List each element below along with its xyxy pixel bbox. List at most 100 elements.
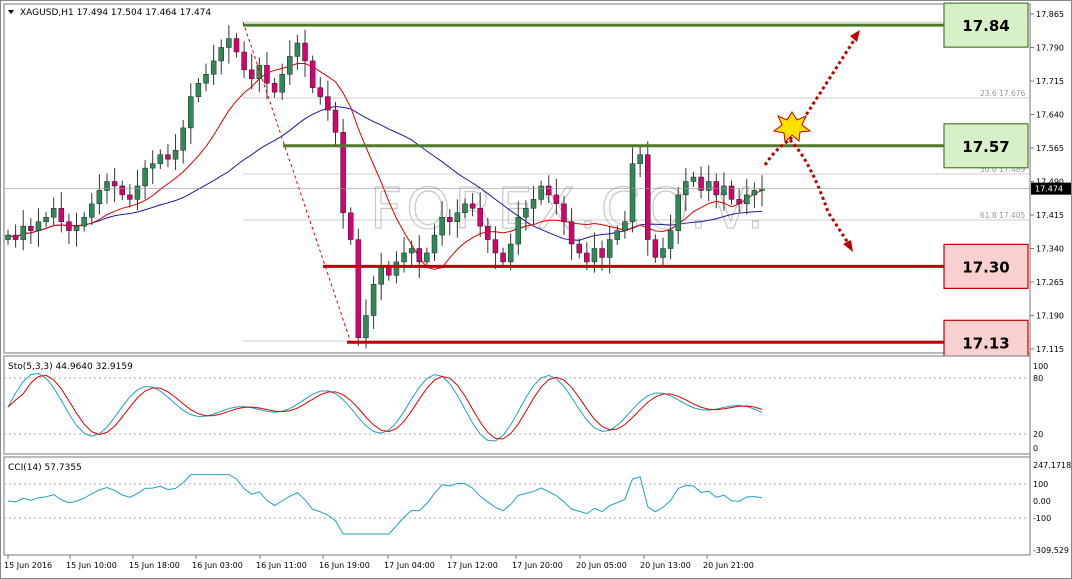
candle-body xyxy=(538,185,544,200)
price-tick-label: 17.265 xyxy=(1036,278,1064,287)
candle-body xyxy=(89,203,95,218)
cci-label: CCI(14) 57.7355 xyxy=(8,463,82,473)
candle-body xyxy=(523,208,529,218)
candle-body xyxy=(561,203,567,222)
price-tick-label: 17.115 xyxy=(1036,345,1064,354)
time-tick-label: 16 Jun 11:00 xyxy=(256,561,307,570)
candle-body xyxy=(507,243,514,263)
candle-body xyxy=(195,82,202,97)
candle-body xyxy=(134,185,141,200)
candle-body xyxy=(492,239,499,254)
candle-body xyxy=(629,163,636,222)
candle-body xyxy=(180,127,186,151)
candle-body xyxy=(553,194,560,205)
candle-body xyxy=(744,194,750,205)
candle-body xyxy=(226,38,232,48)
candle-body xyxy=(188,96,194,129)
time-tick-label: 20 Jun 21:00 xyxy=(703,561,754,570)
candle-body xyxy=(485,225,491,240)
current-price-label: 17.474 xyxy=(1035,185,1063,194)
candle-body xyxy=(721,185,727,196)
candle-body xyxy=(149,163,156,169)
candle-body xyxy=(347,212,354,240)
candle-body xyxy=(370,283,377,316)
candle-body xyxy=(317,87,324,97)
candle-body xyxy=(96,190,103,205)
time-tick-label: 16 Jun 03:00 xyxy=(192,561,243,570)
candle-body xyxy=(256,65,263,80)
candle-body xyxy=(309,60,316,88)
price-tick-label: 17.640 xyxy=(1036,111,1064,120)
time-tick-label: 16 Jun 19:00 xyxy=(319,561,370,570)
candle-body xyxy=(683,181,689,196)
cci-axis-0: 0.00 xyxy=(1033,497,1051,506)
cci-panel: CCI(14) 57.7355 247.1718 100 0.00 -100 -… xyxy=(3,456,1071,556)
price-tick-label: 17.790 xyxy=(1036,44,1064,53)
candle-body xyxy=(172,149,179,160)
price-tick-label: 17.715 xyxy=(1036,77,1064,86)
candle-body xyxy=(20,225,26,240)
candle-body xyxy=(5,234,11,240)
stochastic-panel: Sto(5,3,3) 44.9640 32.9159 100 80 20 0 xyxy=(3,355,1048,455)
candle-body xyxy=(477,208,483,227)
candle-body xyxy=(530,199,537,209)
price-tick-label: 17.415 xyxy=(1036,211,1064,220)
candle-body xyxy=(606,239,613,258)
cci-axis-max: 247.1718 xyxy=(1033,461,1071,470)
candle-body xyxy=(287,56,293,75)
candle-body xyxy=(705,181,712,191)
candle-body xyxy=(294,42,301,57)
candle-body xyxy=(332,109,339,133)
sto-axis-80: 80 xyxy=(1033,374,1043,383)
time-tick-label: 15 Jun 2016 xyxy=(4,561,52,570)
candle-body xyxy=(393,261,400,276)
candle-body xyxy=(439,216,445,236)
candle-body xyxy=(119,185,125,196)
level-value-label: 17.57 xyxy=(962,138,1009,156)
candle-body xyxy=(690,176,697,182)
candle-body xyxy=(713,181,720,196)
fib-level-label: 61.8 17.405 xyxy=(980,211,1026,220)
sto-axis-100: 100 xyxy=(1033,362,1048,371)
candle-body xyxy=(454,212,461,222)
candle-body xyxy=(271,82,278,93)
candle-body xyxy=(43,216,49,222)
candle-body xyxy=(233,38,240,53)
cci-axis-100: 100 xyxy=(1033,480,1048,489)
time-tick-label: 20 Jun 05:00 xyxy=(576,561,627,570)
candle-body xyxy=(576,243,582,254)
time-tick-label: 20 Jun 13:00 xyxy=(640,561,691,570)
candle-body xyxy=(401,252,407,263)
candle-body xyxy=(469,203,476,209)
candle-body xyxy=(660,248,666,258)
candle-body xyxy=(645,154,651,240)
candle-body xyxy=(35,221,42,231)
candle-body xyxy=(50,208,57,218)
candle-body xyxy=(667,230,674,249)
sto-axis-0: 0 xyxy=(1033,444,1038,453)
candle-body xyxy=(378,266,384,285)
candle-body xyxy=(500,252,506,263)
candle-body xyxy=(614,230,621,240)
candle-body xyxy=(736,199,742,205)
price-tick-label: 17.190 xyxy=(1036,312,1064,321)
time-tick-label: 17 Jun 12:00 xyxy=(447,561,498,570)
candle-body xyxy=(424,252,430,263)
candle-body xyxy=(73,225,80,231)
cci-axis-neg100: -100 xyxy=(1033,514,1051,523)
chart-root: XAGUSD,H1 17.494 17.504 17.464 17.474 FO… xyxy=(0,0,1072,579)
candle-body xyxy=(28,225,34,231)
candle-body xyxy=(545,185,552,196)
candle-body xyxy=(203,74,209,84)
candle-body xyxy=(751,190,758,196)
candle-body xyxy=(462,203,468,214)
candle-body xyxy=(675,194,681,231)
candle-body xyxy=(248,69,255,80)
candle-body xyxy=(157,154,164,164)
candle-body xyxy=(279,74,285,93)
candle-body xyxy=(599,248,605,258)
time-tick-label: 15 Jun 10:00 xyxy=(66,561,117,570)
candle-body xyxy=(446,216,453,222)
candle-body xyxy=(431,234,438,254)
candle-body xyxy=(622,221,628,231)
